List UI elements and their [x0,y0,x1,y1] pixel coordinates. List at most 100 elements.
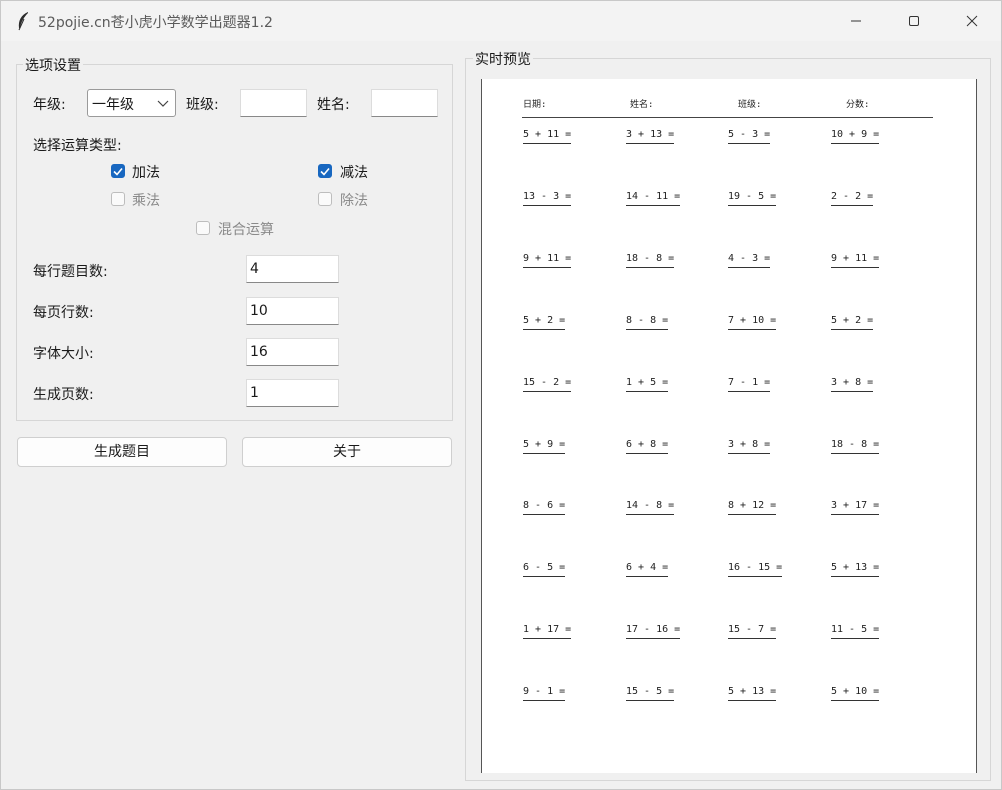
close-button[interactable] [943,1,1001,41]
window-title: 52pojie.cn苍小虎小学数学出题器1.2 [38,15,273,31]
question-text: 6 + 8 = [626,439,669,450]
question-text: 18 - 8 = [626,253,675,264]
question-text: 11 - 5 = [831,624,880,635]
font-size-label: 字体大小: [33,346,94,362]
add-checkbox[interactable] [111,164,125,178]
question-text: 7 + 10 = [728,315,777,326]
question-text: 3 + 13 = [626,129,675,140]
question-item: 13 - 3 = [523,191,572,206]
minimize-button[interactable] [827,1,885,41]
question-item: 6 + 4 = [626,562,669,577]
div-label[interactable]: 除法 [340,190,368,210]
minimize-icon [851,20,861,22]
maximize-icon [909,16,919,26]
question-text: 8 - 8 = [626,315,669,326]
op-type-label: 选择运算类型: [33,138,122,154]
question-item: 1 + 17 = [523,624,572,639]
rows-field[interactable]: 10 [246,297,339,325]
question-text: 17 - 16 = [626,624,681,635]
close-icon [966,15,978,27]
per-row-label: 每行题目数: [33,264,108,280]
question-text: 8 + 12 = [728,500,777,511]
name-field[interactable] [371,89,438,117]
question-item: 2 - 2 = [831,191,874,206]
div-checkbox[interactable] [318,192,332,206]
question-item: 14 - 8 = [626,500,675,515]
question-item: 5 + 13 = [728,686,777,701]
question-item: 4 - 3 = [728,253,771,268]
question-text: 7 - 1 = [728,377,771,388]
add-label[interactable]: 加法 [132,162,160,182]
date-header: 日期: [523,100,547,110]
question-text: 6 - 5 = [523,562,566,573]
grade-select[interactable]: 一年级 [87,89,176,117]
question-text: 19 - 5 = [728,191,777,202]
question-text: 9 - 1 = [523,686,566,697]
header-divider [522,117,933,118]
maximize-button[interactable] [885,1,943,41]
question-item: 19 - 5 = [728,191,777,206]
question-item: 9 - 1 = [523,686,566,701]
preview-group-title: 实时预览 [473,49,533,69]
class-field[interactable] [240,89,307,117]
title-bar[interactable]: 52pojie.cn苍小虎小学数学出题器1.2 [1,1,1001,41]
question-text: 5 - 3 = [728,129,771,140]
question-text: 9 + 11 = [523,253,572,264]
question-item: 18 - 8 = [831,439,880,454]
preview-canvas[interactable] [481,79,977,773]
question-item: 15 - 7 = [728,624,777,639]
question-text: 15 - 2 = [523,377,572,388]
per-row-field[interactable]: 4 [246,255,339,283]
question-item: 18 - 8 = [626,253,675,268]
question-text: 1 + 17 = [523,624,572,635]
question-item: 14 - 11 = [626,191,681,206]
question-item: 11 - 5 = [831,624,880,639]
chevron-down-icon [157,100,169,107]
sub-checkbox[interactable] [318,164,332,178]
options-group [16,64,453,421]
question-item: 8 - 6 = [523,500,566,515]
question-text: 18 - 8 = [831,439,880,450]
question-item: 6 + 8 = [626,439,669,454]
about-button[interactable]: 关于 [242,437,452,467]
grade-select-value: 一年级 [92,97,134,113]
question-text: 5 + 2 = [831,315,874,326]
question-item: 3 + 8 = [728,439,771,454]
question-text: 1 + 5 = [626,377,669,388]
mul-label[interactable]: 乘法 [132,190,160,210]
question-text: 5 + 13 = [728,686,777,697]
question-text: 8 - 6 = [523,500,566,511]
question-text: 5 + 9 = [523,439,566,450]
question-text: 15 - 7 = [728,624,777,635]
class-label: 班级: [186,97,219,113]
question-item: 3 + 13 = [626,129,675,144]
question-item: 5 + 2 = [523,315,566,330]
question-item: 16 - 15 = [728,562,783,577]
question-item: 1 + 5 = [626,377,669,392]
question-text: 14 - 8 = [626,500,675,511]
mixed-checkbox[interactable] [196,221,210,235]
generate-button[interactable]: 生成题目 [17,437,227,467]
question-text: 15 - 5 = [626,686,675,697]
pages-field[interactable]: 1 [246,379,339,407]
question-text: 16 - 15 = [728,562,783,573]
question-text: 3 + 8 = [831,377,874,388]
question-item: 8 + 12 = [728,500,777,515]
mixed-label[interactable]: 混合运算 [218,219,274,239]
mul-checkbox[interactable] [111,192,125,206]
pages-label: 生成页数: [33,387,94,403]
checkmark-icon [320,167,330,176]
question-text: 2 - 2 = [831,191,874,202]
name-label: 姓名: [317,97,350,113]
question-text: 14 - 11 = [626,191,681,202]
question-text: 10 + 9 = [831,129,880,140]
question-text: 9 + 11 = [831,253,880,264]
question-item: 5 - 3 = [728,129,771,144]
question-item: 5 + 9 = [523,439,566,454]
app-window: 52pojie.cn苍小虎小学数学出题器1.2 选项设置 年级: 一年级 班级:… [0,0,1002,790]
font-size-field[interactable]: 16 [246,338,339,366]
feather-icon [18,12,28,31]
sub-label[interactable]: 减法 [340,162,368,182]
question-item: 5 + 11 = [523,129,572,144]
question-item: 15 - 5 = [626,686,675,701]
